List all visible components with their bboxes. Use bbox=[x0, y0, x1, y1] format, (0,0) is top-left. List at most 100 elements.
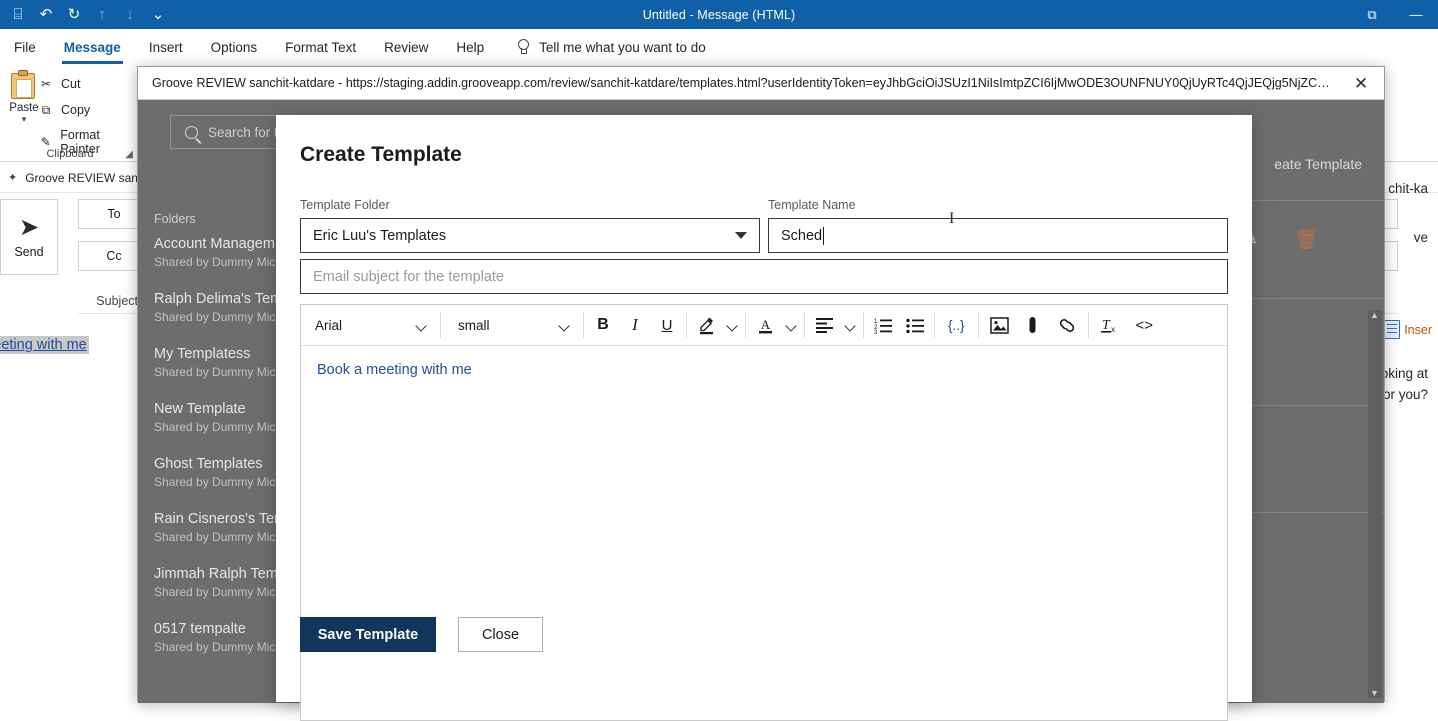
italic-button[interactable]: I bbox=[619, 305, 651, 346]
title-bar: ⌸ ↶ ↻ ↑ ↓ ⌄ Untitled - Message (HTML) ⧉ … bbox=[0, 0, 1438, 29]
ribbon-tab-strip: File Message Insert Options Format Text … bbox=[0, 29, 1438, 66]
save-template-button[interactable]: Save Template bbox=[300, 617, 436, 652]
copy-button[interactable]: ⧉ Copy bbox=[38, 102, 90, 118]
lightbulb-icon bbox=[516, 38, 530, 56]
ribbon-tab-options[interactable]: Options bbox=[197, 29, 272, 66]
template-subject-input[interactable]: Email subject for the template bbox=[300, 259, 1228, 294]
svg-text:x: x bbox=[1111, 325, 1115, 334]
chevron-down-icon bbox=[735, 232, 747, 239]
font-family-select[interactable]: Arial bbox=[301, 305, 437, 346]
toolbar-divider bbox=[745, 312, 746, 338]
toolbar-divider bbox=[1087, 312, 1089, 338]
close-button[interactable]: Close bbox=[458, 617, 543, 652]
window-controls: ⧉ — bbox=[1350, 0, 1438, 29]
ribbon-display-options-icon[interactable]: ⧉ bbox=[1350, 0, 1394, 29]
editor-body[interactable]: Book a meeting with me bbox=[301, 346, 1227, 394]
merge-field-button[interactable]: {..} bbox=[938, 305, 975, 346]
ordered-list-button[interactable]: 1 2 3 bbox=[867, 305, 899, 346]
ribbon-tab-message[interactable]: Message bbox=[50, 29, 135, 66]
toolbar-divider bbox=[583, 312, 584, 338]
ribbon-tab-insert[interactable]: Insert bbox=[135, 29, 197, 66]
insert-image-button[interactable] bbox=[982, 305, 1017, 346]
search-icon bbox=[185, 125, 198, 139]
template-name-value: Sched bbox=[781, 227, 823, 244]
send-label: Send bbox=[14, 244, 44, 259]
unordered-list-button[interactable] bbox=[899, 305, 931, 346]
window-title: Untitled - Message (HTML) bbox=[642, 7, 796, 22]
align-dropdown[interactable] bbox=[840, 305, 860, 346]
editor-toolbar: Arial small B I U A 1 2 3 {..} T x <> bbox=[301, 305, 1227, 346]
chevron-down-icon bbox=[845, 320, 856, 331]
clipboard-group: Paste ▾ ✂ Cut ⧉ Copy ✎ Format Painter Cl… bbox=[0, 66, 140, 162]
ribbon-tab-format-text[interactable]: Format Text bbox=[271, 29, 370, 66]
attachment-button[interactable] bbox=[1017, 305, 1049, 346]
ribbon-tab-help[interactable]: Help bbox=[442, 29, 498, 66]
paperclip-icon bbox=[1029, 317, 1036, 333]
font-color-button[interactable]: A bbox=[749, 305, 781, 346]
toolbar-divider bbox=[863, 312, 864, 338]
ribbon-tab-file[interactable]: File bbox=[0, 29, 50, 66]
font-color-icon: A bbox=[758, 317, 772, 333]
highlight-color-button[interactable] bbox=[690, 305, 722, 346]
font-color-dropdown[interactable] bbox=[781, 305, 801, 346]
groove-window-titlebar: Groove REVIEW sanchit-katdare - https://… bbox=[138, 67, 1384, 100]
underline-button[interactable]: U bbox=[651, 305, 683, 346]
text-cursor bbox=[823, 226, 825, 245]
tell-me-label: Tell me what you want to do bbox=[539, 39, 706, 55]
insert-link-button[interactable] bbox=[1049, 305, 1085, 346]
ribbon-tab-review[interactable]: Review bbox=[370, 29, 442, 66]
copy-label: Copy bbox=[61, 103, 91, 117]
cut-button[interactable]: ✂ Cut bbox=[38, 76, 80, 92]
numbered-list-icon: 1 2 3 bbox=[874, 319, 892, 334]
delete-template-icon[interactable]: 🗑 bbox=[1294, 228, 1318, 252]
document-icon bbox=[1384, 320, 1401, 339]
template-folder-group: Template Folder Eric Luu's Templates bbox=[300, 198, 760, 253]
mouse-ibeam-cursor: I bbox=[949, 210, 955, 227]
sparkle-icon: ✦ bbox=[8, 172, 18, 184]
bulleted-list-icon bbox=[905, 318, 924, 333]
right-pane-subheading: ve bbox=[1413, 230, 1428, 245]
toolbar-divider bbox=[977, 312, 979, 338]
toolbar-divider bbox=[686, 312, 687, 338]
toolbar-divider bbox=[934, 312, 935, 338]
right-pane-heading: chit-ka bbox=[1388, 181, 1428, 196]
compose-body-selected-text[interactable]: Book a meeting with me bbox=[0, 336, 89, 354]
clear-formatting-icon: T x bbox=[1100, 318, 1115, 334]
tell-me-search[interactable]: Tell me what you want to do bbox=[516, 38, 706, 56]
close-icon[interactable]: ✕ bbox=[1338, 67, 1384, 100]
chevron-down-icon bbox=[559, 320, 570, 331]
template-folder-select[interactable]: Eric Luu's Templates bbox=[300, 218, 760, 253]
folders-label: Folders bbox=[154, 212, 196, 226]
template-name-input[interactable]: Sched bbox=[768, 218, 1228, 253]
search-placeholder: Search for te bbox=[208, 124, 286, 140]
font-size-value: small bbox=[458, 317, 490, 333]
source-code-button[interactable]: <> bbox=[1128, 305, 1162, 346]
scissors-icon: ✂ bbox=[40, 77, 52, 91]
svg-text:3: 3 bbox=[874, 330, 878, 334]
align-button[interactable] bbox=[808, 305, 840, 346]
highlighter-icon bbox=[699, 317, 713, 334]
chevron-down-icon bbox=[416, 320, 427, 331]
scroll-down-icon[interactable]: ▼ bbox=[1370, 688, 1379, 698]
groove-window-title: Groove REVIEW sanchit-katdare - https://… bbox=[152, 76, 1332, 90]
clipboard-dialog-launcher-icon[interactable]: ◢ bbox=[125, 149, 133, 160]
highlight-color-dropdown[interactable] bbox=[722, 305, 742, 346]
send-button[interactable]: ➤ Send bbox=[0, 199, 58, 275]
minimize-icon[interactable]: — bbox=[1394, 0, 1438, 29]
scrollbar[interactable]: ▲ ▼ bbox=[1368, 310, 1382, 698]
template-folder-label: Template Folder bbox=[300, 198, 390, 212]
editor-body-text: Book a meeting with me bbox=[317, 362, 472, 378]
bold-button[interactable]: B bbox=[587, 305, 619, 346]
create-template-button[interactable]: eate Template bbox=[1274, 156, 1362, 172]
link-icon bbox=[1059, 318, 1074, 332]
svg-text:T: T bbox=[1102, 318, 1111, 333]
copy-icon: ⧉ bbox=[41, 102, 51, 117]
toolbar-divider bbox=[804, 312, 805, 338]
scroll-up-icon[interactable]: ▲ bbox=[1370, 310, 1379, 320]
template-row-actions: ✎ 🗑 bbox=[1242, 228, 1318, 252]
font-size-select[interactable]: small bbox=[444, 305, 580, 346]
clear-formatting-button[interactable]: T x bbox=[1092, 305, 1128, 346]
font-family-value: Arial bbox=[315, 317, 343, 333]
align-left-icon bbox=[815, 318, 833, 333]
clipboard-icon bbox=[11, 70, 37, 100]
